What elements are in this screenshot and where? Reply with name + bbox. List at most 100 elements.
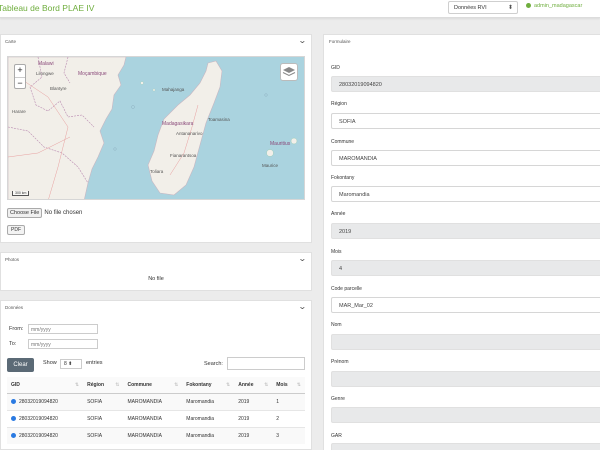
- to-date-input[interactable]: mm/yyyy: [28, 339, 98, 349]
- donnees-title: Données: [5, 305, 24, 310]
- pdf-button[interactable]: PDF: [7, 225, 25, 235]
- map-label: Lilongwe: [36, 71, 54, 76]
- column-header[interactable]: Mois ⇅: [272, 377, 305, 394]
- table-cell: MAROMANDIA: [123, 427, 183, 444]
- nom-field[interactable]: [331, 334, 600, 350]
- chevron-updown-icon: ⬍: [507, 5, 513, 11]
- table-cell: SOFIA: [83, 427, 124, 444]
- map-label: Maurice: [262, 163, 279, 168]
- fokontany-field[interactable]: Maromandia: [331, 186, 600, 202]
- table-cell: 28032019094820: [7, 393, 84, 411]
- table-cell: MAROMANDIA: [123, 410, 183, 428]
- field-label: Année: [331, 211, 346, 217]
- map-label: Malawi: [38, 61, 54, 67]
- gid-field[interactable]: 28032019094820: [331, 76, 600, 92]
- commune-field[interactable]: MAROMANDIA: [331, 150, 600, 166]
- expand-row-icon[interactable]: [11, 416, 16, 422]
- table-cell: Maromandia: [182, 427, 235, 444]
- map-view[interactable]: Malawi Moçambique Lilongwe Blantyre Maha…: [7, 56, 305, 200]
- field-label: Genre: [331, 396, 345, 402]
- carte-title: Carte: [5, 39, 17, 44]
- expand-row-icon[interactable]: [11, 399, 16, 405]
- table-cell: SOFIA: [83, 393, 124, 411]
- from-date-input[interactable]: mm/yyyy: [28, 324, 98, 334]
- search-label: Search:: [204, 361, 223, 367]
- top-navbar: Tableau de Bord PLAE IV Données RVI ⬍ ad…: [0, 0, 600, 18]
- sort-icon: ⇅: [296, 382, 301, 388]
- map-label: Madagasikara: [162, 121, 194, 127]
- prenom-field[interactable]: [331, 371, 600, 387]
- map-label: Toliara: [150, 169, 164, 174]
- layers-button[interactable]: [280, 63, 298, 81]
- table-header-row: GID ⇅ Région ⇅ Commune ⇅ Fokontany ⇅ Année ⇅ …: [7, 377, 305, 394]
- clear-button[interactable]: Clear: [7, 358, 34, 372]
- zoom-in-button[interactable]: +: [15, 65, 25, 77]
- table-row[interactable]: 28032019094820 SOFIA MAROMANDIA Maromand…: [7, 410, 305, 428]
- app-title[interactable]: Tableau de Bord PLAE IV: [0, 3, 94, 13]
- map-label: Moçambique: [78, 71, 107, 77]
- mois-field[interactable]: 4: [331, 260, 600, 276]
- table-cell: 2019: [234, 410, 273, 428]
- column-header[interactable]: Commune ⇅: [123, 377, 183, 394]
- field-label: Prénom: [331, 359, 349, 365]
- table-row[interactable]: 28032019094820 SOFIA MAROMANDIA Maromand…: [7, 427, 305, 444]
- map-label: Mauritius: [270, 141, 291, 147]
- sort-icon: ⇅: [264, 382, 269, 388]
- dataset-select[interactable]: Données RVI ⬍: [448, 1, 518, 14]
- sort-icon: ⇅: [115, 382, 120, 388]
- field-label: GAR: [331, 433, 342, 439]
- table-cell: 1: [272, 393, 305, 411]
- column-header[interactable]: GID ⇅: [7, 377, 84, 394]
- from-label: From:: [9, 326, 24, 332]
- gar-field[interactable]: [331, 443, 600, 450]
- user-menu[interactable]: admin_madagascar: [526, 3, 582, 9]
- zoom-control: + −: [14, 64, 26, 89]
- map-tiles: [8, 57, 298, 199]
- entries-value: 8: [64, 361, 67, 367]
- table-cell: 28032019094820: [7, 410, 84, 428]
- zoom-out-button[interactable]: −: [15, 77, 25, 89]
- data-table: GID ⇅ Région ⇅ Commune ⇅ Fokontany ⇅ Année ⇅ …: [7, 377, 305, 444]
- table-cell: MAROMANDIA: [123, 393, 183, 411]
- field-label: Mois: [331, 249, 342, 255]
- field-label: Fokontany: [331, 175, 355, 181]
- field-label: Commune: [331, 139, 355, 145]
- table-cell: 2: [272, 410, 305, 428]
- region-field[interactable]: SOFIA: [331, 113, 600, 129]
- user-name: admin_madagascar: [534, 3, 583, 9]
- column-header[interactable]: Année ⇅: [234, 377, 273, 394]
- map-label: Harare: [12, 109, 26, 114]
- table-cell: 2019: [234, 393, 273, 411]
- table-cell: SOFIA: [83, 410, 124, 428]
- collapse-chevron-icon[interactable]: ⌄: [298, 254, 307, 263]
- table-cell: 2019: [234, 427, 273, 444]
- map-label: Fianarantsoa: [170, 153, 197, 158]
- sort-icon: ⇅: [226, 382, 231, 388]
- expand-row-icon[interactable]: [11, 433, 16, 439]
- entries-label: entries: [86, 360, 103, 366]
- search-input[interactable]: [227, 357, 305, 370]
- table-cell: 28032019094820: [7, 427, 84, 444]
- choose-file-button[interactable]: Choose File: [7, 208, 43, 218]
- chevron-updown-icon: ⬍: [68, 361, 73, 367]
- table-row[interactable]: 28032019094820 SOFIA MAROMANDIA Maromand…: [7, 393, 305, 411]
- genre-field[interactable]: [331, 407, 600, 423]
- collapse-chevron-icon[interactable]: ⌄: [298, 302, 307, 311]
- file-upload-row: Choose File No file chosen: [7, 208, 82, 218]
- annee-field[interactable]: 2019: [331, 223, 600, 239]
- code-parcelle-field[interactable]: MAR_Mar_02: [331, 297, 600, 313]
- field-label: Nom: [331, 322, 342, 328]
- column-header[interactable]: Fokontany ⇅: [182, 377, 235, 394]
- column-header[interactable]: Région ⇅: [83, 377, 124, 394]
- photos-panel: Photos ⌄ No file: [0, 252, 312, 291]
- collapse-chevron-icon[interactable]: ⌄: [298, 36, 307, 45]
- table-cell: Maromandia: [182, 393, 235, 411]
- map-label: Antananarivo: [176, 131, 203, 136]
- map-label: Toamasina: [208, 117, 230, 122]
- map-scale: 300 km: [12, 191, 30, 196]
- entries-select[interactable]: 8 ⬍: [60, 359, 82, 369]
- sort-icon: ⇅: [74, 382, 80, 388]
- field-label: Code parcelle: [331, 286, 362, 292]
- table-cell: 3: [272, 427, 305, 444]
- field-label: GID: [331, 65, 340, 71]
